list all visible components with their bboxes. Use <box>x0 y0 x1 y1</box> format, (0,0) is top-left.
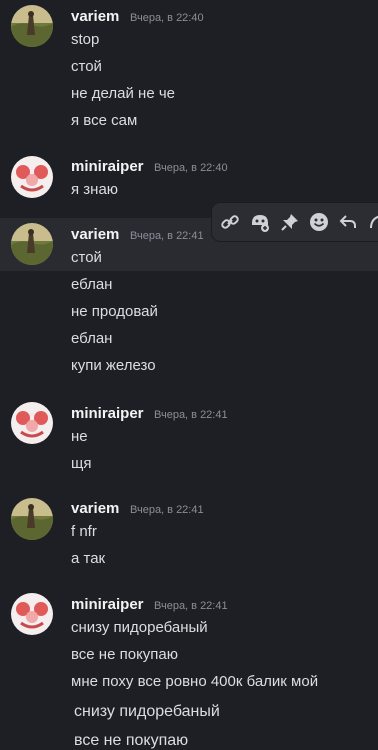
author-name[interactable]: variem <box>71 226 119 243</box>
message-text: не продовай <box>71 303 158 320</box>
message-text: я знаю <box>71 181 119 198</box>
message-timestamp: Вчера, в 22:40 <box>130 12 204 24</box>
message-group: variem Вчера, в 22:40 stop стой не делай… <box>0 0 378 145</box>
message-text: щя <box>71 455 92 472</box>
author-name[interactable]: miniraiper <box>71 405 144 422</box>
message-group: miniraiper Вчера, в 22:41 снизу пидореба… <box>0 589 378 750</box>
message-group: variem Вчера, в 22:41 стой еблан не прод… <box>0 218 378 388</box>
author-name[interactable]: variem <box>71 500 119 517</box>
pin-icon[interactable] <box>278 210 302 234</box>
message-action-toolbar <box>212 203 378 241</box>
user-avatar[interactable] <box>11 223 53 265</box>
message-text: stop <box>71 31 100 48</box>
message-timestamp: Вчера, в 22:41 <box>130 504 204 516</box>
message-text: еблан <box>71 330 113 347</box>
message-text: не делай не че <box>71 85 175 102</box>
reply-icon[interactable] <box>336 210 360 234</box>
message-text: еблан <box>71 276 113 293</box>
user-avatar[interactable] <box>11 402 53 444</box>
user-avatar[interactable] <box>11 593 53 635</box>
message-text: f nfr <box>71 523 97 540</box>
message-text: стой <box>71 58 102 75</box>
message-text: снизу пидоребаный <box>74 703 220 720</box>
user-avatar[interactable] <box>11 498 53 540</box>
message-text: все не покупаю <box>74 732 189 749</box>
message-group: miniraiper Вчера, в 22:41 не щя <box>0 398 378 478</box>
add-reaction-icon[interactable] <box>248 210 272 234</box>
message-timestamp: Вчера, в 22:40 <box>154 162 228 174</box>
message-text: стой <box>71 249 102 266</box>
message-group: variem Вчера, в 22:41 f nfr а так <box>0 493 378 573</box>
message-text: мне поху все ровно 400к балик мой <box>71 673 319 690</box>
more-icon[interactable] <box>364 210 378 234</box>
message-text: все не покупаю <box>71 646 179 663</box>
author-name[interactable]: miniraiper <box>71 596 144 613</box>
message-text: я все сам <box>71 112 138 129</box>
message-text: снизу пидоребаный <box>71 619 208 636</box>
message-text: купи железо <box>71 357 156 374</box>
author-name[interactable]: miniraiper <box>71 158 144 175</box>
message-timestamp: Вчера, в 22:41 <box>154 600 228 612</box>
message-timestamp: Вчера, в 22:41 <box>130 230 204 242</box>
message-text: а так <box>71 550 106 567</box>
user-avatar[interactable] <box>11 5 53 47</box>
message-group: miniraiper Вчера, в 22:40 я знаю <box>0 150 378 210</box>
user-avatar[interactable] <box>11 156 53 198</box>
author-name[interactable]: variem <box>71 8 119 25</box>
message-text: не <box>71 428 88 445</box>
emoji-icon[interactable] <box>307 210 331 234</box>
message-timestamp: Вчера, в 22:41 <box>154 409 228 421</box>
link-icon[interactable] <box>218 210 242 234</box>
